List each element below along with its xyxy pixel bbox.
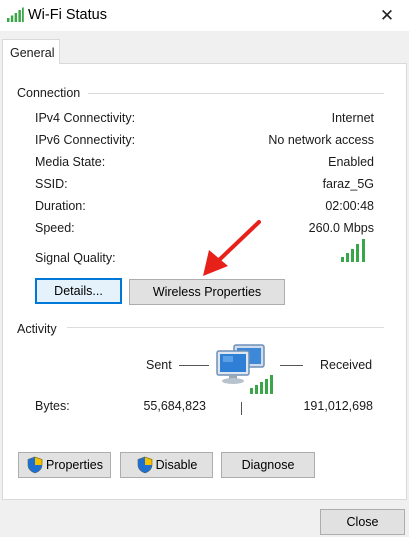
ipv6-label: IPv6 Connectivity: [35,133,136,147]
duration-value: 02:00:48 [325,199,374,213]
annotation-arrow-icon [203,220,261,276]
speed-value: 260.0 Mbps [308,221,374,235]
connection-divider [88,93,384,94]
ssid-value: faraz_5G [322,177,374,191]
signal-bar-4 [356,244,359,262]
signal-bar-5 [362,239,365,262]
signal-bar-2 [346,253,349,262]
diagnose-button[interactable]: Diagnose [221,452,315,478]
window-title: Wi-Fi Status [28,7,107,23]
uac-shield-icon [27,456,43,474]
signal-bar-3 [351,249,354,262]
close-icon: ✕ [379,5,395,25]
activity-divider [67,327,384,328]
bytes-sent-value: 55,684,823 [143,399,206,413]
title-bar: Wi-Fi Status ✕ [0,0,409,31]
received-connector-line [280,365,303,366]
disable-button-label: Disable [155,458,198,472]
ssid-label: SSID: [35,177,68,191]
signal-quality-label: Signal Quality: [35,251,116,265]
activity-group-label: Activity [17,322,61,336]
uac-shield-icon [137,456,152,474]
connection-group-label: Connection [17,86,85,100]
bytes-received-value: 191,012,698 [303,399,373,413]
properties-button[interactable]: Properties [18,452,111,478]
details-button[interactable]: Details... [35,278,122,304]
received-label: Received [320,358,373,372]
ipv4-label: IPv4 Connectivity: [35,111,136,125]
signal-bar-1 [341,257,344,262]
speed-label: Speed: [35,221,75,235]
close-button[interactable]: Close [320,509,405,535]
disable-button[interactable]: Disable [120,452,213,478]
properties-button-label: Properties [46,458,103,472]
tab-general[interactable]: General [2,39,60,64]
bytes-divider [241,402,242,415]
media-state-value: Enabled [328,155,374,169]
network-computers-icon [216,344,273,394]
sent-connector-line [179,365,209,366]
bytes-label: Bytes: [35,399,70,413]
media-state-label: Media State: [35,155,106,169]
duration-label: Duration: [35,199,86,213]
ipv4-value: Internet [331,111,374,125]
ipv6-value: No network access [268,133,374,147]
wifi-signal-icon [7,7,24,22]
close-window-button[interactable]: ✕ [365,0,409,31]
sent-label: Sent [146,358,172,372]
